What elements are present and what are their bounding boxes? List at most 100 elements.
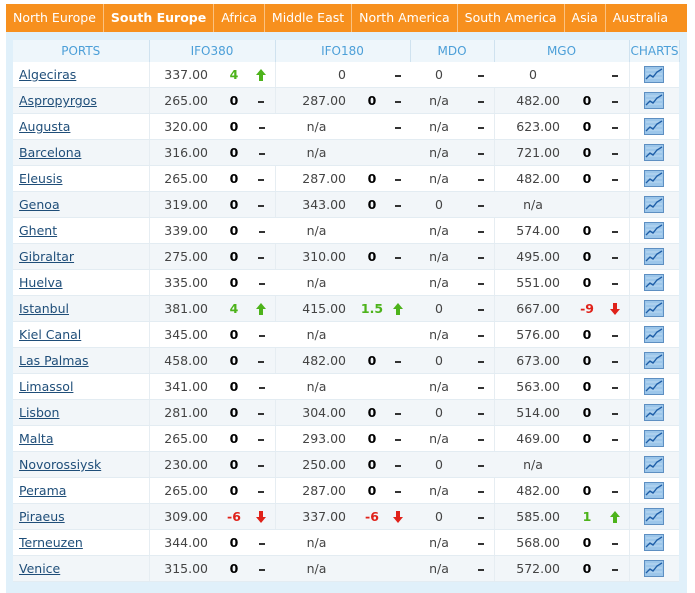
- no-change-dash: [248, 373, 275, 400]
- port-link[interactable]: Las Palmas: [19, 353, 89, 368]
- mgo-price: n/a: [494, 451, 573, 478]
- ifo380-change: 0: [220, 555, 248, 582]
- tab-south-america[interactable]: South America: [458, 4, 565, 32]
- dash-icon: [612, 386, 619, 389]
- tab-australia[interactable]: Australia: [606, 4, 675, 32]
- port-link[interactable]: Istanbul: [19, 301, 69, 316]
- chart-icon[interactable]: [644, 326, 665, 343]
- chart-icon[interactable]: [644, 144, 665, 161]
- mgo-price: 585.00: [493, 503, 573, 530]
- no-change-dash: [248, 113, 275, 140]
- port-link[interactable]: Barcelona: [19, 145, 81, 160]
- chart-icon[interactable]: [644, 170, 665, 187]
- port-link[interactable]: Limassol: [19, 379, 73, 394]
- ifo380-price: 230.00: [148, 451, 220, 478]
- ifo180-price: n/a: [275, 269, 358, 296]
- no-change-dash: [386, 62, 410, 88]
- chart-icon[interactable]: [644, 248, 665, 265]
- ifo380-price: 265.00: [148, 87, 220, 114]
- chart-icon[interactable]: [644, 300, 665, 317]
- chart-icon[interactable]: [644, 222, 665, 239]
- mgo-price: 514.00: [493, 399, 573, 426]
- chart-icon[interactable]: [644, 560, 665, 577]
- dash-icon: [612, 100, 619, 103]
- dash-icon: [258, 438, 265, 441]
- ifo380-change: 0: [220, 529, 248, 556]
- port-cell: Augusta: [13, 113, 149, 140]
- chart-icon[interactable]: [644, 456, 665, 473]
- port-cell: Genoa: [13, 191, 149, 218]
- chart-icon[interactable]: [644, 482, 665, 499]
- table-row: Novorossiysk 230.00 0 250.00 0 0 n/a: [13, 451, 680, 478]
- empty-cell: [386, 555, 410, 582]
- port-link[interactable]: Eleusis: [19, 171, 62, 186]
- table-row: Istanbul 381.00 4 415.00 1.5 0 667.00 -9: [13, 295, 680, 322]
- ifo180-change: 0: [358, 87, 386, 114]
- port-link[interactable]: Kiel Canal: [19, 327, 81, 342]
- chart-icon[interactable]: [644, 274, 665, 291]
- chart-icon[interactable]: [644, 66, 665, 83]
- tab-north-america[interactable]: North America: [352, 4, 458, 32]
- chart-cell: [628, 191, 680, 218]
- mdo-price: n/a: [410, 425, 468, 452]
- port-link[interactable]: Novorossiysk: [19, 457, 101, 472]
- port-link[interactable]: Venice: [19, 561, 60, 576]
- ifo180-change: 0: [358, 451, 386, 478]
- port-link[interactable]: Ghent: [19, 223, 57, 238]
- port-link[interactable]: Terneuzen: [19, 535, 83, 550]
- mgo-price: 568.00: [493, 529, 573, 556]
- chart-icon[interactable]: [644, 92, 665, 109]
- ifo180-price: n/a: [275, 321, 358, 348]
- tab-middle-east[interactable]: Middle East: [265, 4, 353, 32]
- no-change-dash: [602, 165, 630, 192]
- port-link[interactable]: Malta: [19, 431, 53, 446]
- tab-north-europe[interactable]: North Europe: [6, 4, 104, 32]
- ifo180-price: 0: [274, 62, 358, 88]
- chart-icon[interactable]: [644, 196, 665, 213]
- mdo-price: 0: [410, 191, 468, 218]
- port-link[interactable]: Perama: [19, 483, 66, 498]
- chart-icon[interactable]: [644, 430, 665, 447]
- chart-icon[interactable]: [644, 118, 665, 135]
- port-cell: Piraeus: [13, 503, 149, 530]
- dash-icon: [612, 178, 619, 181]
- ifo380-change: 0: [220, 191, 248, 218]
- port-cell: Las Palmas: [13, 347, 149, 374]
- chart-icon[interactable]: [644, 534, 665, 551]
- tab-asia[interactable]: Asia: [565, 4, 606, 32]
- empty-cell: [386, 139, 410, 166]
- table-row: Gibraltar 275.00 0 310.00 0 n/a 495.00 0: [13, 243, 680, 270]
- chart-icon[interactable]: [644, 508, 665, 525]
- no-change-dash: [386, 477, 410, 504]
- mgo-change: 0: [572, 347, 603, 374]
- port-link[interactable]: Piraeus: [19, 509, 65, 524]
- ifo380-change: 0: [220, 425, 248, 452]
- ifo180-price: n/a: [275, 555, 358, 582]
- chart-icon[interactable]: [644, 378, 665, 395]
- ifo380-change: 4: [220, 62, 248, 88]
- port-link[interactable]: Genoa: [19, 197, 60, 212]
- empty-cell: [602, 451, 630, 478]
- dash-icon: [258, 100, 265, 103]
- port-cell: Novorossiysk: [13, 451, 149, 478]
- bunker-prices-table: PORTS IFO380 IFO180 MDO MGO CHARTS Algec…: [13, 40, 680, 582]
- port-link[interactable]: Aspropyrgos: [19, 93, 97, 108]
- port-link[interactable]: Algeciras: [19, 67, 76, 82]
- no-change-dash: [248, 191, 275, 218]
- ifo380-change: 0: [220, 399, 248, 426]
- table-row: Lisbon 281.00 0 304.00 0 0 514.00 0: [13, 399, 680, 426]
- mgo-change: 0: [572, 139, 603, 166]
- port-link[interactable]: Lisbon: [19, 405, 59, 420]
- port-cell: Barcelona: [13, 139, 149, 166]
- port-link[interactable]: Augusta: [19, 119, 70, 134]
- port-cell: Gibraltar: [13, 243, 149, 270]
- port-link[interactable]: Huelva: [19, 275, 63, 290]
- dash-icon: [612, 126, 619, 129]
- tab-africa[interactable]: Africa: [214, 4, 265, 32]
- chart-icon[interactable]: [644, 404, 665, 421]
- ifo380-change: 0: [220, 165, 248, 192]
- port-link[interactable]: Gibraltar: [19, 249, 74, 264]
- chart-icon[interactable]: [644, 352, 665, 369]
- ifo180-price: 415.00: [274, 295, 358, 322]
- tab-south-europe[interactable]: South Europe: [104, 4, 215, 32]
